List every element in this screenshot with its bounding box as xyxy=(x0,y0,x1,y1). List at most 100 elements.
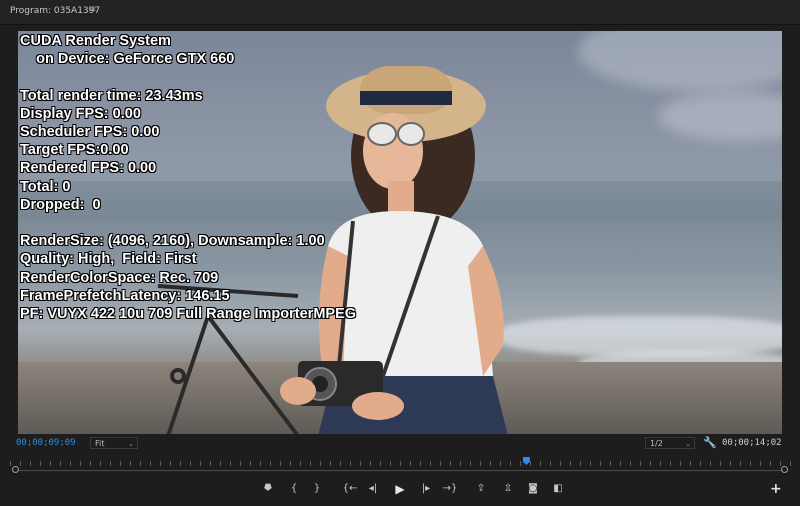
ruler-tick xyxy=(730,461,731,466)
ruler-tick xyxy=(370,461,371,466)
render-stat-line: RenderSize: (4096, 2160), Downsample: 1.… xyxy=(20,233,325,250)
ruler-tick xyxy=(670,461,671,466)
ruler-tick xyxy=(770,461,771,466)
panel-title[interactable]: Program: 035A1397 xyxy=(10,6,100,16)
render-stat-line: Total: 0 xyxy=(20,178,71,195)
chevron-down-icon: ⌄ xyxy=(685,440,691,448)
ruler-tick xyxy=(190,461,191,466)
wrench-icon[interactable]: 🔧 xyxy=(703,436,717,449)
panel-menu-icon[interactable]: ≡ xyxy=(88,4,96,15)
ruler-tick xyxy=(330,461,331,466)
ruler-tick xyxy=(180,461,181,466)
ruler-tick xyxy=(580,461,581,466)
ruler-tick xyxy=(740,461,741,466)
ruler-tick xyxy=(10,461,11,466)
render-stat-line xyxy=(20,214,356,232)
play-button[interactable]: ▶ xyxy=(392,482,408,496)
render-stat-line xyxy=(20,68,356,86)
ruler-tick xyxy=(120,461,121,466)
ruler-tick xyxy=(150,461,151,466)
scroll-handle-right[interactable] xyxy=(781,466,788,473)
ruler-tick xyxy=(390,461,391,466)
mark-out-icon: } xyxy=(313,483,321,494)
ruler-tick xyxy=(320,461,321,466)
ruler-tick xyxy=(230,461,231,466)
ruler-tick xyxy=(270,461,271,466)
duration-timecode: 00;00;14;02 xyxy=(722,438,782,448)
scroll-handle-left[interactable] xyxy=(12,466,19,473)
sunglasses-shape xyxy=(367,122,397,146)
comparison-icon: ◧ xyxy=(553,483,563,494)
lift-button[interactable]: ⇪ xyxy=(473,482,489,496)
render-stat-line: Display FPS: 0.00 xyxy=(20,105,141,122)
go-to-out-button[interactable]: →} xyxy=(442,482,458,496)
mark-in-icon: { xyxy=(290,483,298,494)
current-timecode[interactable]: 00;00;09;09 xyxy=(16,438,76,448)
step-forward-button[interactable]: |▸ xyxy=(418,482,434,496)
ruler-tick xyxy=(420,461,421,466)
go-to-in-icon: {← xyxy=(342,483,358,494)
cloud-shape xyxy=(578,31,782,91)
go-to-in-button[interactable]: {← xyxy=(342,482,358,496)
ruler-tick xyxy=(410,461,411,466)
ruler-tick xyxy=(340,461,341,466)
step-back-icon: ◂| xyxy=(368,483,378,494)
render-stat-line: FramePrefetchLatency: 146.15 xyxy=(20,287,230,304)
cloud-shape xyxy=(658,91,782,141)
lift-icon: ⇪ xyxy=(476,483,486,494)
ruler-tick xyxy=(690,461,691,466)
ruler-tick xyxy=(300,461,301,466)
ruler-tick xyxy=(630,461,631,466)
ruler-tick xyxy=(290,461,291,466)
render-stat-line: RenderColorSpace: Rec. 709 xyxy=(20,269,219,286)
render-stat-line: Dropped: 0 xyxy=(20,196,101,213)
zoom-scroll-track[interactable] xyxy=(16,470,784,471)
zoom-level-select[interactable]: Fit ⌄ xyxy=(90,437,138,449)
playback-resolution-select[interactable]: 1/2 ⌄ xyxy=(645,437,695,449)
time-ruler[interactable] xyxy=(10,457,791,467)
ruler-tick xyxy=(680,461,681,466)
button-editor-plus-icon[interactable]: + xyxy=(770,481,782,497)
hat-band-shape xyxy=(360,91,452,105)
ruler-tick xyxy=(720,461,721,466)
ruler-tick xyxy=(530,461,531,466)
marker-icon: ⯂ xyxy=(263,483,271,494)
comparison-view-button[interactable]: ◧ xyxy=(550,482,566,496)
mark-out-button[interactable]: } xyxy=(309,482,325,496)
ruler-tick xyxy=(790,461,791,466)
extract-icon: ⇫ xyxy=(503,483,513,494)
ruler-tick xyxy=(170,461,171,466)
chevron-down-icon: ⌄ xyxy=(128,440,134,448)
panel-header: Program: 035A1397 ≡ xyxy=(0,0,800,25)
ruler-tick xyxy=(250,461,251,466)
ruler-tick xyxy=(80,461,81,466)
program-monitor-video[interactable]: CUDA Render System on Device: GeForce GT… xyxy=(18,31,782,434)
ruler-tick xyxy=(500,461,501,466)
ruler-tick xyxy=(700,461,701,466)
ruler-tick xyxy=(90,461,91,466)
step-back-button[interactable]: ◂| xyxy=(365,482,381,496)
ruler-tick xyxy=(200,461,201,466)
ruler-tick xyxy=(520,461,521,466)
render-stat-line: CUDA Render System xyxy=(20,33,171,49)
ruler-tick xyxy=(260,461,261,466)
ruler-tick xyxy=(470,461,471,466)
ruler-tick xyxy=(160,461,161,466)
ruler-tick xyxy=(550,461,551,466)
ruler-tick xyxy=(100,461,101,466)
ruler-tick xyxy=(440,461,441,466)
ruler-tick xyxy=(310,461,311,466)
ruler-tick xyxy=(650,461,651,466)
ruler-tick xyxy=(660,461,661,466)
mark-in-button[interactable]: { xyxy=(286,482,302,496)
ruler-tick xyxy=(380,461,381,466)
ruler-tick xyxy=(360,461,361,466)
add-marker-button[interactable]: ⯂ xyxy=(259,482,275,496)
ruler-tick xyxy=(220,461,221,466)
ruler-tick xyxy=(50,461,51,466)
render-stat-line: Scheduler FPS: 0.00 xyxy=(20,124,160,141)
extract-button[interactable]: ⇫ xyxy=(500,482,516,496)
render-stat-line: Quality: High, Field: First xyxy=(20,251,197,268)
export-frame-button[interactable]: ◙ xyxy=(525,482,541,496)
ruler-tick xyxy=(570,461,571,466)
